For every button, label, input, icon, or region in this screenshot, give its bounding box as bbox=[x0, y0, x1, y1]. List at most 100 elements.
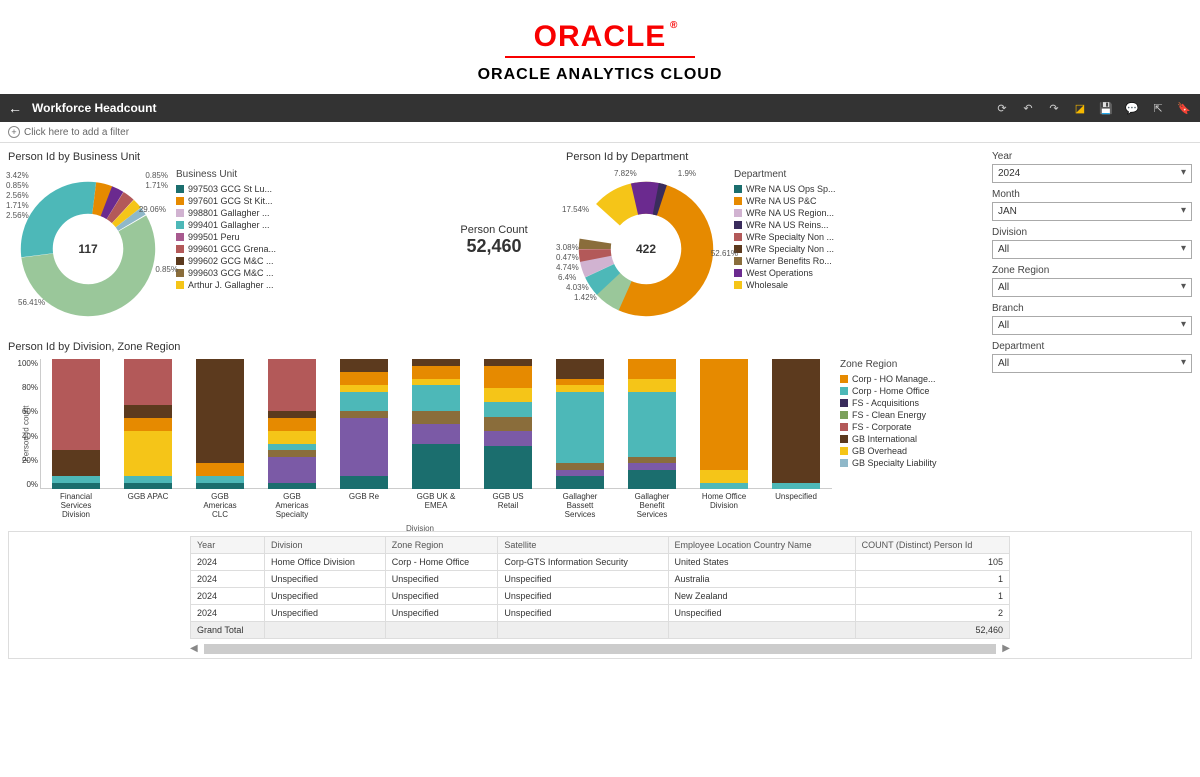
bar-column[interactable] bbox=[268, 359, 316, 489]
legend-item[interactable]: 999603 GCG M&C ... bbox=[176, 268, 276, 278]
comment-icon[interactable]: 💬 bbox=[1124, 100, 1140, 116]
legend-item[interactable]: 999602 GCG M&C ... bbox=[176, 256, 276, 266]
page-title: Workforce Headcount bbox=[32, 101, 156, 115]
filter-year-select[interactable]: 2024 bbox=[992, 164, 1192, 183]
bar-column[interactable] bbox=[196, 359, 244, 489]
filter-month-label: Month bbox=[992, 189, 1192, 200]
legend-item[interactable]: WRe NA US Ops Sp... bbox=[734, 184, 836, 194]
data-table-panel: YearDivisionZone RegionSatelliteEmployee… bbox=[8, 531, 1192, 659]
legend-item[interactable]: 998801 Gallagher ... bbox=[176, 208, 276, 218]
filter-month-select[interactable]: JAN bbox=[992, 202, 1192, 221]
stacked-bar-chart[interactable]: Person Id count 100%80%60%40%20%0% Finan… bbox=[8, 359, 832, 519]
filter-bar[interactable]: + Click here to add a filter bbox=[0, 122, 1200, 143]
legend-item[interactable]: 999501 Peru bbox=[176, 232, 276, 242]
legend-item[interactable]: GB International bbox=[840, 434, 980, 444]
bookmark-icon[interactable]: 🔖 bbox=[1176, 100, 1192, 116]
filter-branch-select[interactable]: All bbox=[992, 316, 1192, 335]
table-row[interactable]: 2024UnspecifiedUnspecifiedUnspecifiedUns… bbox=[191, 605, 1010, 622]
oracle-logo: ORACLE bbox=[534, 20, 667, 54]
legend-item[interactable]: 999601 GCG Grena... bbox=[176, 244, 276, 254]
filter-department-label: Department bbox=[992, 341, 1192, 352]
filter-branch-label: Branch bbox=[992, 303, 1192, 314]
legend-item[interactable]: 997503 GCG St Lu... bbox=[176, 184, 276, 194]
legend-item[interactable]: 999401 Gallagher ... bbox=[176, 220, 276, 230]
legend-item[interactable]: West Operations bbox=[734, 268, 836, 278]
undo-icon[interactable]: ↶ bbox=[1020, 100, 1036, 116]
scroll-right-icon[interactable]: ▶ bbox=[1002, 643, 1010, 654]
legend-item[interactable]: 997601 GCG St Kit... bbox=[176, 196, 276, 206]
preview-icon[interactable]: ◪ bbox=[1072, 100, 1088, 116]
legend-item[interactable]: WRe NA US Reins... bbox=[734, 220, 836, 230]
legend-item[interactable]: GB Overhead bbox=[840, 446, 980, 456]
column-header[interactable]: Satellite bbox=[498, 537, 668, 554]
legend-item[interactable]: WRe Specialty Non ... bbox=[734, 244, 836, 254]
export-icon[interactable]: ⇱ bbox=[1150, 100, 1166, 116]
chart-business-unit: Person Id by Business Unit 117 bbox=[8, 151, 422, 329]
column-header[interactable]: Employee Location Country Name bbox=[668, 537, 855, 554]
filter-department-select[interactable]: All bbox=[992, 354, 1192, 373]
brand-header: ORACLE ORACLE ANALYTICS CLOUD bbox=[0, 0, 1200, 94]
bar-column[interactable] bbox=[628, 359, 676, 489]
legend-item[interactable]: WRe NA US Region... bbox=[734, 208, 836, 218]
bar-column[interactable] bbox=[124, 359, 172, 489]
filters-sidebar: Year 2024 Month JAN Division All Zone Re… bbox=[992, 151, 1192, 519]
app-toolbar: ← Workforce Headcount ⟳ ↶ ↷ ◪ 💾 💬 ⇱ 🔖 bbox=[0, 94, 1200, 122]
chart1-title: Person Id by Business Unit bbox=[8, 151, 422, 163]
legend-item[interactable]: FS - Acquisitions bbox=[840, 398, 980, 408]
table-row[interactable]: 2024Home Office DivisionCorp - Home Offi… bbox=[191, 554, 1010, 571]
donut-chart-1[interactable]: 117 3.42% 0.85% 2.56% 1.71% 2.56% 56.41%… bbox=[8, 169, 168, 329]
table-row[interactable]: 2024UnspecifiedUnspecifiedUnspecifiedAus… bbox=[191, 571, 1010, 588]
legend-item[interactable]: WRe NA US P&C bbox=[734, 196, 836, 206]
legend-item[interactable]: Wholesale bbox=[734, 280, 836, 290]
chart3-legend: Zone Region Corp - HO Manage...Corp - Ho… bbox=[840, 359, 980, 519]
person-count-card: Person Count 52,460 bbox=[434, 224, 554, 257]
logo-subtitle: ORACLE ANALYTICS CLOUD bbox=[0, 66, 1200, 84]
x-axis-label: Division bbox=[406, 524, 434, 533]
chart1-legend: Business Unit 997503 GCG St Lu...997601 … bbox=[176, 169, 276, 329]
filter-division-select[interactable]: All bbox=[992, 240, 1192, 259]
donut2-center: 422 bbox=[636, 242, 656, 256]
person-count-label: Person Count bbox=[434, 224, 554, 236]
grand-total-row: Grand Total52,460 bbox=[191, 622, 1010, 639]
bar-column[interactable] bbox=[772, 359, 820, 489]
bar-column[interactable] bbox=[412, 359, 460, 489]
column-header[interactable]: Year bbox=[191, 537, 265, 554]
legend-item[interactable]: FS - Clean Energy bbox=[840, 410, 980, 420]
column-header[interactable]: COUNT (Distinct) Person Id bbox=[855, 537, 1009, 554]
table-row[interactable]: 2024UnspecifiedUnspecifiedUnspecifiedNew… bbox=[191, 588, 1010, 605]
filter-placeholder: Click here to add a filter bbox=[24, 127, 129, 138]
data-table[interactable]: YearDivisionZone RegionSatelliteEmployee… bbox=[190, 536, 1010, 639]
filter-year-label: Year bbox=[992, 151, 1192, 162]
legend-item[interactable]: GB Specialty Liability bbox=[840, 458, 980, 468]
filter-zone-select[interactable]: All bbox=[992, 278, 1192, 297]
donut-chart-2[interactable]: 422 7.82% 1.9% 52.61% 17.54% 3.08% 0.47%… bbox=[566, 169, 726, 329]
refresh-icon[interactable]: ⟳ bbox=[994, 100, 1010, 116]
chart2-legend: Department WRe NA US Ops Sp...WRe NA US … bbox=[734, 169, 836, 329]
legend-item[interactable]: Corp - HO Manage... bbox=[840, 374, 980, 384]
bar-column[interactable] bbox=[52, 359, 100, 489]
chart3-title: Person Id by Division, Zone Region bbox=[8, 341, 980, 353]
back-button[interactable]: ← bbox=[8, 100, 22, 116]
chart2-title: Person Id by Department bbox=[566, 151, 980, 163]
scrollbar-track[interactable] bbox=[204, 644, 997, 654]
y-ticks: 100%80%60%40%20%0% bbox=[8, 359, 38, 489]
legend-item[interactable]: FS - Corporate bbox=[840, 422, 980, 432]
save-icon[interactable]: 💾 bbox=[1098, 100, 1114, 116]
legend-item[interactable]: WRe Specialty Non ... bbox=[734, 232, 836, 242]
bar-column[interactable] bbox=[700, 359, 748, 489]
column-header[interactable]: Zone Region bbox=[385, 537, 498, 554]
filter-zone-label: Zone Region bbox=[992, 265, 1192, 276]
legend-item[interactable]: Corp - Home Office bbox=[840, 386, 980, 396]
bar-column[interactable] bbox=[484, 359, 532, 489]
add-filter-icon[interactable]: + bbox=[8, 126, 20, 138]
bar-column[interactable] bbox=[556, 359, 604, 489]
filter-division-label: Division bbox=[992, 227, 1192, 238]
scroll-left-icon[interactable]: ◀ bbox=[190, 643, 198, 654]
column-header[interactable]: Division bbox=[265, 537, 386, 554]
legend-item[interactable]: Arthur J. Gallagher ... bbox=[176, 280, 276, 290]
x-ticks: Financial Services DivisionGGB APACGGB A… bbox=[40, 492, 832, 519]
redo-icon[interactable]: ↷ bbox=[1046, 100, 1062, 116]
legend-item[interactable]: Warner Benefits Ro... bbox=[734, 256, 836, 266]
chart-division-zone: Person Id by Division, Zone Region Perso… bbox=[8, 341, 980, 519]
bar-column[interactable] bbox=[340, 359, 388, 489]
